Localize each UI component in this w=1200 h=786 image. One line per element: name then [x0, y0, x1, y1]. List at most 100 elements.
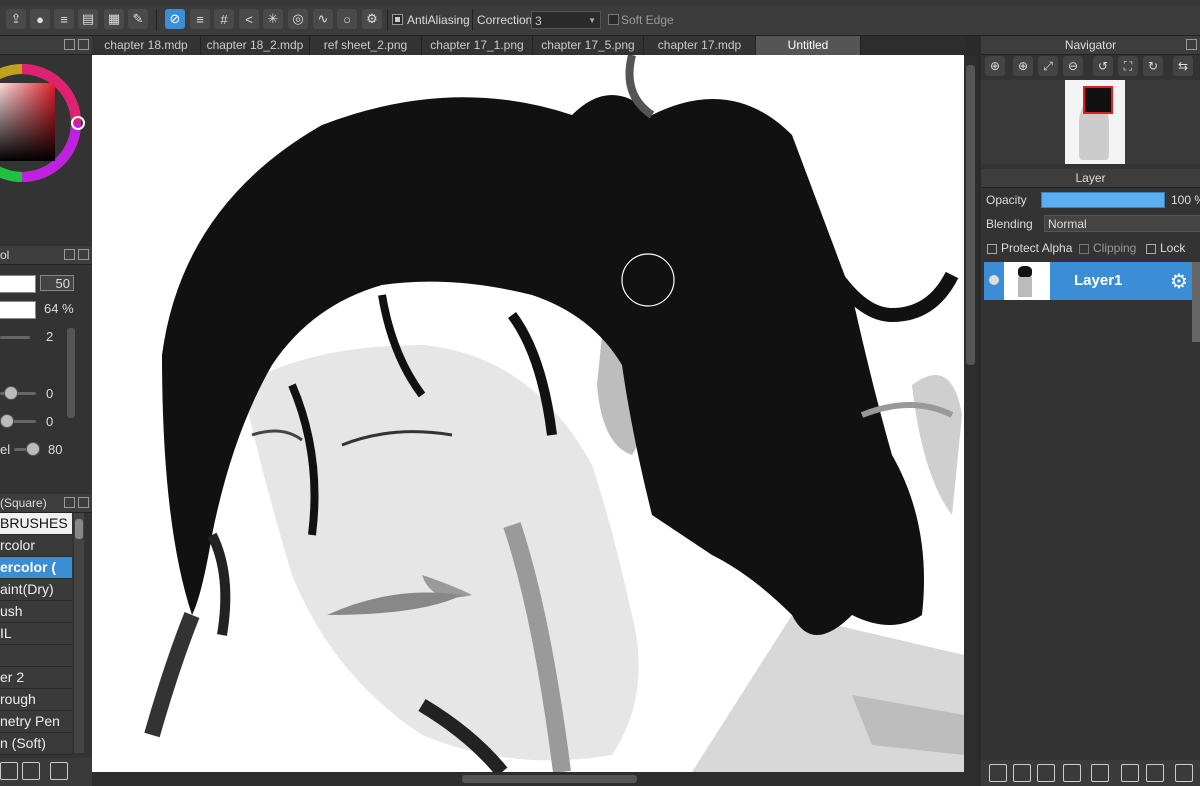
brush-list-item[interactable]: BRUSHES [2	[0, 513, 72, 535]
ellipse-snap-icon[interactable]: ○	[337, 9, 357, 29]
lock-checkbox[interactable]	[1146, 244, 1156, 254]
tool-panel-scrollbar[interactable]	[67, 328, 75, 418]
new-folder-icon[interactable]	[1091, 764, 1109, 782]
float-panel-icon[interactable]	[64, 249, 75, 260]
rotate-right-icon[interactable]: ↻	[1143, 56, 1163, 76]
float-panel-icon[interactable]	[78, 249, 89, 260]
correction-select[interactable]: 3 ▼	[531, 11, 601, 29]
zoom-plus-icon[interactable]: ⊕	[1013, 56, 1033, 76]
slider-knob[interactable]	[26, 442, 40, 456]
page-icon[interactable]: ▤	[78, 9, 98, 29]
color-wheel[interactable]	[0, 36, 92, 226]
visibility-eye-icon[interactable]	[989, 275, 999, 285]
document-tab[interactable]: chapter 18.mdp	[92, 36, 201, 55]
settings-gear-icon[interactable]: ⚙	[362, 9, 382, 29]
edit-icon[interactable]: ✎	[128, 9, 148, 29]
blending-mode-select[interactable]: Normal	[1044, 215, 1200, 232]
soft-edge-checkbox[interactable]	[608, 14, 619, 25]
snap-off-icon[interactable]: ⊘	[165, 9, 185, 29]
slider4-label: el	[0, 442, 11, 457]
clipping-checkbox[interactable]	[1079, 244, 1089, 254]
delete-layer-icon[interactable]	[1175, 764, 1193, 782]
protect-alpha-checkbox[interactable]	[987, 244, 997, 254]
slider-track[interactable]	[0, 336, 30, 339]
brush-opacity-value: 64 %	[44, 301, 74, 316]
brush-list-item[interactable]: IL	[0, 623, 72, 645]
brush-size-bar[interactable]	[0, 275, 36, 293]
panel-icon[interactable]: ▦	[104, 9, 124, 29]
layer-toolbar	[981, 760, 1200, 786]
brush-opacity-bar[interactable]	[0, 301, 36, 319]
layer-opacity-slider[interactable]	[1041, 192, 1165, 208]
perspective-snap-icon[interactable]: <	[239, 9, 259, 29]
curve-snap-icon[interactable]: ∿	[313, 9, 333, 29]
fit-window-icon[interactable]: ⛶	[1118, 56, 1138, 76]
flip-icon[interactable]: ⇆	[1173, 56, 1193, 76]
slider3-value: 0	[46, 414, 54, 429]
folder-icon[interactable]	[0, 762, 18, 780]
document-tab[interactable]: chapter 17_1.png	[422, 36, 533, 55]
zoom-in-icon[interactable]: ⊕	[985, 56, 1005, 76]
document-tab[interactable]: Untitled	[756, 36, 861, 55]
canvas-vertical-scrollbar[interactable]	[964, 55, 977, 772]
merge-layer-icon[interactable]	[1146, 764, 1164, 782]
document-tab[interactable]: chapter 18_2.mdp	[201, 36, 310, 55]
brush-list-item[interactable]: rough	[0, 689, 72, 711]
correction-value: 3	[535, 14, 542, 28]
tool-panel-title: ol	[0, 248, 10, 262]
brush-list-item[interactable]: n (Soft)	[0, 733, 72, 755]
slider-knob[interactable]	[0, 414, 14, 428]
new-8bit-layer-icon[interactable]	[1013, 764, 1031, 782]
scrollbar-thumb[interactable]	[462, 775, 637, 783]
clipping-label: Clipping	[1093, 241, 1137, 255]
brush-size-input[interactable]: 50	[40, 275, 74, 291]
text-icon[interactable]: ≡	[54, 9, 74, 29]
brush-list-scrollbar[interactable]	[74, 513, 84, 753]
document-tab[interactable]: chapter 17_5.png	[533, 36, 644, 55]
blending-label: Blending	[986, 217, 1033, 231]
layer-settings-gear-icon[interactable]: ⚙	[1170, 269, 1188, 294]
brush-list-title: (Square)	[0, 496, 47, 510]
duplicate-layer-icon[interactable]	[1121, 764, 1139, 782]
brush-list-item[interactable]: ush	[0, 601, 72, 623]
grid-snap-icon[interactable]: #	[214, 9, 234, 29]
layer-list-scrollbar[interactable]	[1192, 262, 1200, 342]
trash-icon[interactable]	[50, 762, 68, 780]
zoom-out-icon[interactable]: ⊖	[1063, 56, 1083, 76]
float-panel-icon[interactable]	[78, 497, 89, 508]
speech-bubble-icon[interactable]: ●	[30, 9, 50, 29]
rotate-left-icon[interactable]: ↺	[1093, 56, 1113, 76]
brush-list-item[interactable]: er 2	[0, 667, 72, 689]
document-tab[interactable]: ref sheet_2.png	[310, 36, 422, 55]
drawing-canvas[interactable]	[92, 55, 964, 772]
brush-list-header: (Square)	[0, 494, 92, 513]
slider-knob[interactable]	[4, 386, 18, 400]
right-panel: Navigator ⊕ ⊕ ⤢ ⊖ ↺ ⛶ ↻ ⇆ Layer Opacity …	[981, 36, 1200, 786]
brush-tool-panel-header: ol	[0, 246, 92, 265]
share-icon[interactable]: ⇪	[6, 9, 26, 29]
brush-list-item[interactable]: ercolor (	[0, 557, 72, 579]
brush-list-item[interactable]	[0, 645, 72, 667]
navigator-preview[interactable]	[981, 80, 1200, 164]
scrollbar-thumb[interactable]	[75, 519, 83, 539]
radial-snap-icon[interactable]: ✳	[263, 9, 283, 29]
circle-snap-icon[interactable]: ◎	[288, 9, 308, 29]
document-tab[interactable]: chapter 17.mdp	[644, 36, 756, 55]
brush-list-item[interactable]: rcolor	[0, 535, 72, 557]
antialiasing-checkbox[interactable]	[392, 14, 403, 25]
fit-screen-icon[interactable]: ⤢	[1038, 56, 1058, 76]
layer-row[interactable]: Layer1 ⚙	[984, 262, 1192, 300]
brush-list-item[interactable]: netry Pen	[0, 711, 72, 733]
new-1bit-layer-icon[interactable]	[1037, 764, 1055, 782]
brush-list-item[interactable]: aint(Dry)	[0, 579, 72, 601]
scrollbar-thumb[interactable]	[966, 65, 975, 365]
duplicate-icon[interactable]	[22, 762, 40, 780]
canvas-horizontal-scrollbar[interactable]	[92, 772, 977, 786]
navigator-viewport-frame[interactable]	[1083, 86, 1113, 114]
new-layer-icon[interactable]	[989, 764, 1007, 782]
chevron-down-icon: ▼	[588, 16, 596, 25]
parallel-snap-icon[interactable]: ≡	[190, 9, 210, 29]
add-layer-menu-icon[interactable]	[1063, 764, 1081, 782]
float-panel-icon[interactable]	[1186, 39, 1197, 50]
float-panel-icon[interactable]	[64, 497, 75, 508]
